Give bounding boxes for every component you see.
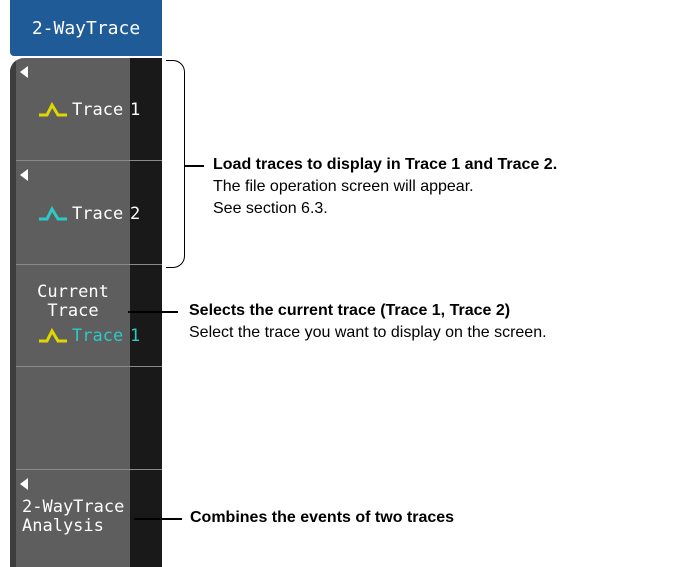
trace2-label: Trace bbox=[72, 204, 124, 224]
annotation-combine: Combines the events of two traces bbox=[190, 507, 454, 529]
current-trace-label-line2: Trace bbox=[47, 301, 99, 321]
left-arrow-icon bbox=[20, 169, 28, 181]
trace1-label-row: Trace 1 bbox=[38, 100, 140, 120]
current-trace-value-number: 1 bbox=[130, 326, 141, 346]
softkey-panel: Trace 1 Trace 2 Current Trace Trace 1 2-… bbox=[10, 58, 162, 567]
trace-bracket bbox=[166, 60, 185, 268]
panel-right-strip bbox=[130, 58, 162, 567]
annotation-select: Selects the current trace (Trace 1, Trac… bbox=[189, 300, 547, 344]
softkey-2waytrace-analysis[interactable]: 2-WayTrace Analysis bbox=[16, 470, 130, 567]
analysis-label-line2: Analysis bbox=[22, 516, 104, 536]
softkey-current-trace[interactable]: Current Trace Trace 1 bbox=[16, 265, 140, 366]
trace2-label-row: Trace 2 bbox=[38, 204, 140, 224]
trace-waveform-icon bbox=[39, 102, 67, 117]
left-arrow-icon bbox=[20, 66, 28, 78]
softkey-empty bbox=[16, 367, 130, 469]
annotation-select-heading: Selects the current trace (Trace 1, Trac… bbox=[189, 302, 511, 319]
annotation-load-line1: The file operation screen will appear. bbox=[213, 178, 474, 195]
trace-waveform-icon bbox=[39, 206, 67, 221]
current-trace-label-line1: Current bbox=[37, 282, 109, 302]
annotation-load: Load traces to display in Trace 1 and Tr… bbox=[213, 154, 557, 220]
trace1-number: 1 bbox=[130, 100, 141, 120]
annotation-combine-heading: Combines the events of two traces bbox=[190, 509, 455, 526]
menu-title: 2-WayTrace bbox=[10, 0, 162, 56]
annotation-load-line2: See section 6.3. bbox=[213, 200, 328, 217]
softkey-trace1[interactable]: Trace 1 bbox=[16, 58, 140, 160]
analysis-label-line1: 2-WayTrace bbox=[22, 497, 125, 517]
trace-waveform-icon bbox=[39, 328, 67, 343]
current-trace-value-label: Trace bbox=[72, 326, 124, 346]
current-trace-value: Trace 1 bbox=[38, 326, 140, 346]
annotation-select-line1: Select the trace you want to display on … bbox=[189, 324, 547, 341]
leader-line-load bbox=[184, 165, 204, 167]
annotation-load-heading: Load traces to display in Trace 1 and Tr… bbox=[213, 156, 558, 173]
softkey-trace2[interactable]: Trace 2 bbox=[16, 161, 140, 264]
trace2-number: 2 bbox=[130, 204, 141, 224]
leader-line-select bbox=[128, 311, 178, 313]
left-arrow-icon bbox=[20, 478, 28, 490]
leader-line-combine bbox=[134, 518, 182, 520]
trace1-label: Trace bbox=[72, 100, 124, 120]
